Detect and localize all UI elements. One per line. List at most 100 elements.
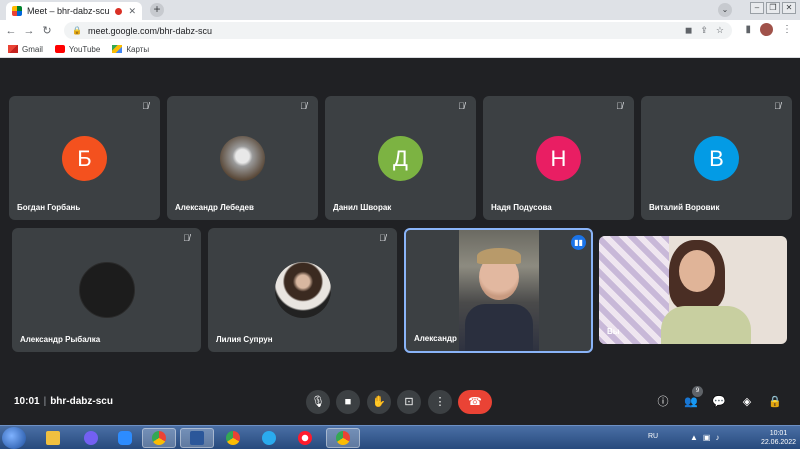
address-toolbar: ← → ↻ 🔒 meet.google.com/bhr-dabz-scu ◼ ⇪…: [0, 20, 800, 41]
word-icon[interactable]: [180, 428, 214, 448]
maps-icon: [112, 45, 123, 53]
tab-search-icon[interactable]: ⌄: [718, 3, 732, 17]
tab-close-icon[interactable]: ✕: [128, 6, 136, 17]
bookmarks-bar: Gmail YouTube Карты: [0, 41, 800, 58]
window-controls: – ❐ ✕: [750, 2, 796, 14]
chat-icon[interactable]: 💬: [710, 393, 728, 411]
mic-muted-icon: 🎙̸: [300, 101, 307, 111]
blouse-shape: [661, 306, 751, 344]
opera-icon[interactable]: [288, 428, 322, 448]
avatar-photo-cat: [220, 136, 265, 181]
gmail-icon: [8, 45, 18, 53]
shirt-shape: [465, 304, 533, 351]
microphone-button[interactable]: 🎙: [306, 390, 330, 414]
avatar: Н: [536, 136, 581, 181]
avatar-photo: [275, 262, 331, 318]
zoom-icon[interactable]: [108, 428, 142, 448]
lock-icon[interactable]: 🔒: [72, 26, 82, 35]
camera-button[interactable]: ■: [336, 390, 360, 414]
participant-name: Александр Рыбалка: [20, 335, 101, 344]
present-screen-button[interactable]: ⊡: [397, 390, 421, 414]
participant-tile[interactable]: 🎙̸ Лилия Супрун: [208, 228, 397, 352]
reload-icon[interactable]: ↻: [40, 24, 54, 37]
browser-tab-bar: Meet – bhr-dabz-scu ✕ + ⌄ – ❐ ✕: [0, 0, 800, 20]
mic-muted-icon: 🎙̸: [142, 101, 149, 111]
youtube-icon: [54, 45, 65, 53]
maximize-button[interactable]: ❐: [766, 2, 780, 14]
mic-muted-icon: 🎙̸: [616, 101, 623, 111]
participant-name: Виталий Воровик: [649, 203, 720, 212]
mic-muted-icon: 🎙̸: [183, 233, 190, 243]
participant-name: Лилия Супрун: [216, 335, 273, 344]
participant-tile[interactable]: 🎙̸ Б Богдан Горбань: [9, 96, 160, 220]
forward-icon[interactable]: →: [22, 25, 36, 37]
chrome-icon-2[interactable]: [216, 428, 250, 448]
chrome-icon[interactable]: [142, 428, 176, 448]
new-tab-button[interactable]: +: [150, 3, 164, 17]
participant-count-badge: 9: [692, 386, 703, 397]
bookmark-maps[interactable]: Карты: [112, 45, 149, 54]
file-explorer-icon[interactable]: [36, 428, 70, 448]
clock[interactable]: 10:01 22.06.2022: [761, 429, 796, 447]
meeting-info: 10:01 | bhr-dabz-scu: [14, 396, 113, 407]
video-feed: [459, 230, 539, 351]
face-front: [679, 250, 715, 292]
url-text: meet.google.com/bhr-dabz-scu: [87, 25, 213, 36]
meeting-code: bhr-dabz-scu: [50, 396, 113, 407]
participant-name: Данил Шворак: [333, 203, 392, 212]
omnibox[interactable]: 🔒 meet.google.com/bhr-dabz-scu ◼ ⇪ ☆: [64, 22, 732, 39]
participant-tile[interactable]: 🎙̸ Александр Рыбалка: [12, 228, 201, 352]
meeting-time: 10:01: [14, 396, 40, 407]
mic-muted-icon: 🎙̸: [458, 101, 465, 111]
activities-icon[interactable]: ◈: [738, 393, 756, 411]
chrome-meet-icon[interactable]: [326, 428, 360, 448]
avatar-photo: [79, 262, 135, 318]
mic-muted-icon: 🎙̸: [379, 233, 386, 243]
raise-hand-button[interactable]: ✋: [367, 390, 391, 414]
minimize-button[interactable]: –: [750, 2, 764, 14]
browser-menu-icon[interactable]: ⋮: [782, 24, 792, 35]
meeting-details-icon[interactable]: ⓘ: [654, 393, 672, 411]
speaking-indicator-icon: ▮▮: [571, 235, 586, 250]
close-window-button[interactable]: ✕: [782, 2, 796, 14]
participant-name: Вы: [607, 327, 620, 336]
browser-tab-meet[interactable]: Meet – bhr-dabz-scu ✕: [6, 2, 142, 20]
recording-indicator-icon: [115, 7, 123, 15]
share-icon[interactable]: ⇪: [700, 25, 708, 36]
network-icon[interactable]: ▣: [703, 433, 711, 442]
os-taskbar: RU ▲ ▣ ♪ 10:01 22.06.2022: [0, 425, 800, 449]
participant-name: Александр Лебедев: [175, 203, 254, 212]
bookmark-youtube[interactable]: YouTube: [54, 45, 100, 54]
host-controls-icon[interactable]: 🔒: [766, 393, 784, 411]
tray-arrow-icon[interactable]: ▲: [690, 433, 698, 442]
viber-icon[interactable]: [74, 428, 108, 448]
keyboard-language[interactable]: RU: [648, 433, 658, 440]
participant-name: Богдан Горбань: [17, 203, 81, 212]
meeting-controls-bar: 10:01 | bhr-dabz-scu 🎙 ■ ✋ ⊡ ⋮ ☎ ⓘ 👥 9 💬 ◈…: [0, 384, 800, 424]
participant-tile-active-speaker[interactable]: ▮▮ Александр: [404, 228, 593, 353]
bookmark-gmail[interactable]: Gmail: [8, 45, 43, 54]
camera-in-use-icon[interactable]: ◼: [685, 25, 692, 36]
google-meet-icon: [12, 6, 22, 16]
side-panel-icon[interactable]: ▮: [745, 24, 751, 35]
participant-tile[interactable]: 🎙̸ Н Надя Подусова: [483, 96, 634, 220]
leave-call-button[interactable]: ☎: [458, 390, 492, 414]
participant-name: Александр: [414, 334, 457, 343]
hair-shape: [477, 248, 521, 264]
telegram-icon[interactable]: [252, 428, 286, 448]
bookmark-star-icon[interactable]: ☆: [716, 25, 724, 36]
avatar: Б: [62, 136, 107, 181]
participant-tile[interactable]: 🎙̸ Д Данил Шворак: [325, 96, 476, 220]
participant-tile[interactable]: 🎙̸ Александр Лебедев: [167, 96, 318, 220]
participant-tile[interactable]: 🎙̸ В Виталий Воровик: [641, 96, 792, 220]
meeting-stage: 🎙̸ Б Богдан Горбань 🎙̸ Александр Лебедев…: [0, 59, 800, 425]
participant-tile-self[interactable]: Вы: [599, 236, 787, 344]
avatar: В: [694, 136, 739, 181]
profile-avatar[interactable]: [760, 23, 773, 36]
start-button[interactable]: [2, 427, 26, 449]
volume-icon[interactable]: ♪: [715, 433, 719, 442]
tab-title: Meet – bhr-dabz-scu: [27, 6, 110, 16]
back-icon[interactable]: ←: [4, 25, 18, 37]
more-options-button[interactable]: ⋮: [428, 390, 452, 414]
mic-muted-icon: 🎙̸: [774, 101, 781, 111]
